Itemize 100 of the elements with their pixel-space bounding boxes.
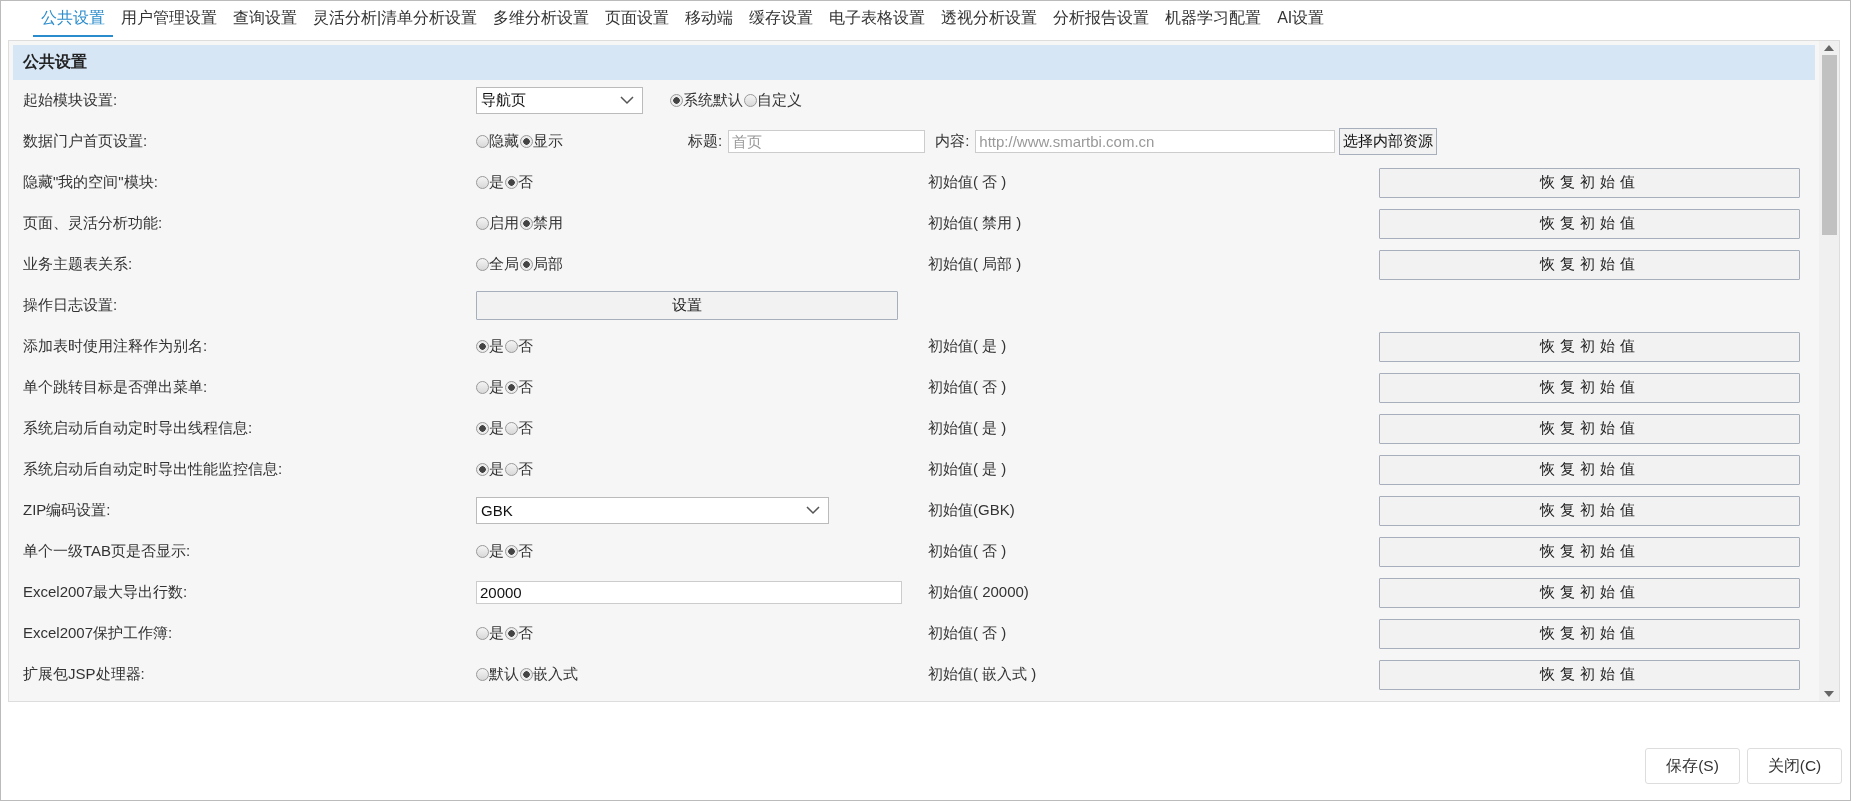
tab[interactable]: 透视分析设置: [933, 1, 1046, 37]
setting-label: 系统启动后自动定时导出性能监控信息:: [22, 460, 284, 479]
reset-button[interactable]: 恢复初始值: [1379, 536, 1800, 567]
tab[interactable]: 灵活分析|清单分析设置: [305, 1, 486, 37]
setting-label: 业务主题表关系:: [22, 255, 134, 274]
radio-button[interactable]: [505, 381, 518, 394]
radio-label: 是: [489, 337, 504, 356]
content-input[interactable]: http://www.smartbi.com.cn: [975, 130, 1336, 153]
tab[interactable]: AI设置: [1269, 1, 1333, 37]
setting-label: 起始模块设置:: [22, 91, 119, 110]
radio-label: 嵌入式: [533, 665, 578, 684]
choose-resource-button[interactable]: 选择内部资源: [1339, 128, 1438, 155]
tab[interactable]: 机器学习配置: [1157, 1, 1270, 37]
radio-label: 显示: [533, 132, 563, 151]
radio-button[interactable]: [520, 258, 533, 271]
radio-button[interactable]: [476, 340, 489, 353]
setting-label: 添加表时使用注释作为别名:: [22, 337, 209, 356]
reset-button[interactable]: 恢复初始值: [1379, 577, 1800, 608]
dropdown[interactable]: 导航页: [476, 87, 643, 114]
setting-label: Excel2007最大导出行数:: [22, 583, 189, 602]
radio-button[interactable]: [520, 668, 533, 681]
radio-label: 是: [489, 460, 504, 479]
text-input[interactable]: 20000: [476, 581, 902, 604]
reset-button[interactable]: 恢复初始值: [1379, 167, 1800, 198]
reset-button[interactable]: 恢复初始值: [1379, 413, 1800, 444]
reset-button[interactable]: 恢复初始值: [1379, 618, 1800, 649]
setting-label: 隐藏"我的空间"模块:: [22, 173, 159, 192]
radio-button[interactable]: [476, 545, 489, 558]
radio-button[interactable]: [476, 463, 489, 476]
radio-button[interactable]: [476, 422, 489, 435]
radio-label: 是: [489, 173, 504, 192]
setting-label: 单个跳转目标是否弹出菜单:: [22, 378, 209, 397]
radio-label: 默认: [489, 665, 519, 684]
settings-button[interactable]: 设置: [476, 291, 898, 320]
setting-label: 扩展包JSP处理器:: [22, 665, 146, 684]
reset-button[interactable]: 恢复初始值: [1379, 208, 1800, 239]
tab[interactable]: 分析报告设置: [1045, 1, 1158, 37]
radio-button[interactable]: [476, 217, 489, 230]
radio-button[interactable]: [505, 463, 518, 476]
dropdown[interactable]: GBK: [476, 497, 829, 524]
setting-label: ZIP编码设置:: [22, 501, 112, 520]
reset-button[interactable]: 恢复初始值: [1379, 495, 1800, 526]
scroll-down-icon[interactable]: [1824, 691, 1834, 697]
initial-value-text: 初始值( 20000): [928, 583, 1029, 602]
reset-button[interactable]: 恢复初始值: [1379, 659, 1800, 690]
initial-value-text: 初始值( 否 ): [928, 542, 1007, 561]
field-label: 内容:: [935, 132, 970, 151]
tab[interactable]: 移动端: [677, 1, 742, 37]
initial-value-text: 初始值( 否 ): [928, 378, 1007, 397]
radio-label: 否: [518, 173, 533, 192]
title-input[interactable]: 首页: [728, 130, 926, 153]
radio-label: 是: [489, 542, 504, 561]
tab[interactable]: 查询设置: [225, 1, 305, 37]
radio-button[interactable]: [505, 627, 518, 640]
chevron-down-icon: [620, 96, 634, 105]
radio-button[interactable]: [505, 340, 518, 353]
radio-button[interactable]: [476, 381, 489, 394]
radio-label: 自定义: [757, 91, 802, 110]
radio-button[interactable]: [476, 135, 489, 148]
setting-label: Excel2007保护工作簿:: [22, 624, 174, 643]
initial-value-text: 初始值( 否 ): [928, 173, 1007, 192]
radio-button[interactable]: [744, 94, 757, 107]
initial-value-text: 初始值( 局部 ): [928, 255, 1022, 274]
reset-button[interactable]: 恢复初始值: [1379, 331, 1800, 362]
footer-button[interactable]: 关闭(C): [1747, 748, 1842, 784]
radio-button[interactable]: [505, 545, 518, 558]
reset-button[interactable]: 恢复初始值: [1379, 454, 1800, 485]
radio-button[interactable]: [520, 135, 533, 148]
setting-label: 操作日志设置:: [22, 296, 119, 315]
scrollbar-thumb[interactable]: [1821, 55, 1837, 235]
scrollbar[interactable]: [1819, 41, 1839, 701]
radio-label: 否: [518, 542, 533, 561]
reset-button[interactable]: 恢复初始值: [1379, 249, 1800, 280]
radio-label: 局部: [533, 255, 563, 274]
radio-button[interactable]: [505, 176, 518, 189]
initial-value-text: 初始值( 否 ): [928, 624, 1007, 643]
radio-button[interactable]: [476, 627, 489, 640]
radio-button[interactable]: [476, 176, 489, 189]
footer-button[interactable]: 保存(S): [1645, 748, 1740, 784]
tab[interactable]: 页面设置: [597, 1, 678, 37]
radio-label: 否: [518, 378, 533, 397]
tab[interactable]: 电子表格设置: [821, 1, 934, 37]
reset-button[interactable]: 恢复初始值: [1379, 372, 1800, 403]
radio-label: 否: [518, 337, 533, 356]
radio-label: 否: [518, 460, 533, 479]
tab[interactable]: 公共设置: [33, 1, 113, 37]
scroll-up-icon[interactable]: [1824, 45, 1834, 51]
radio-label: 否: [518, 419, 533, 438]
radio-button[interactable]: [476, 668, 489, 681]
tab[interactable]: 多维分析设置: [485, 1, 598, 37]
tab[interactable]: 缓存设置: [741, 1, 822, 37]
radio-button[interactable]: [670, 94, 683, 107]
radio-label: 启用: [489, 214, 519, 233]
setting-label: 单个一级TAB页是否显示:: [22, 542, 192, 561]
radio-button[interactable]: [505, 422, 518, 435]
tab[interactable]: 用户管理设置: [113, 1, 225, 37]
radio-button[interactable]: [476, 258, 489, 271]
radio-label: 是: [489, 624, 504, 643]
radio-button[interactable]: [520, 217, 533, 230]
initial-value-text: 初始值( 嵌入式 ): [928, 665, 1037, 684]
